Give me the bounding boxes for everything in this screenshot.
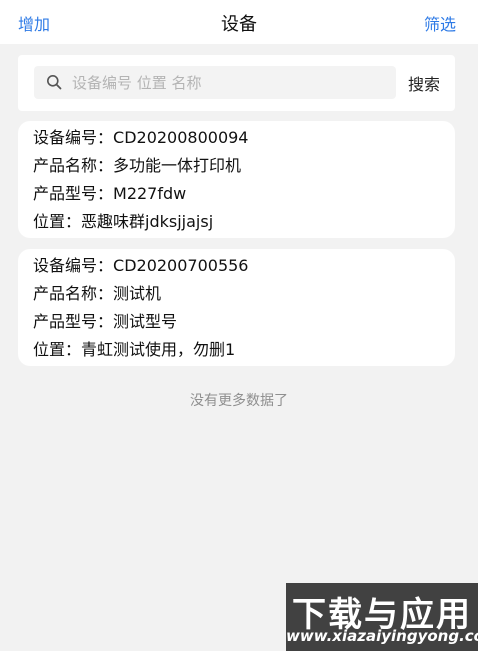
device-model-label: 产品型号： xyxy=(33,184,114,203)
device-name: 多功能一体打印机 xyxy=(113,156,242,175)
watermark-url: www.xiazaiyingyong.com xyxy=(286,627,478,645)
device-location-label: 位置： xyxy=(33,340,82,359)
list-end-text: 没有更多数据了 xyxy=(190,393,288,409)
device-name-label: 产品名称： xyxy=(33,284,114,303)
search-panel: 搜索 xyxy=(18,55,455,111)
device-location: 恶趣味群jdksjjajsj xyxy=(81,212,214,231)
search-button[interactable]: 搜索 xyxy=(408,71,440,95)
device-name-row: 产品名称：多功能一体打印机 xyxy=(33,152,241,180)
search-box[interactable] xyxy=(34,66,396,99)
device-location-label: 位置： xyxy=(33,212,82,231)
device-model-label: 产品型号： xyxy=(33,312,114,331)
device-name-label: 产品名称： xyxy=(33,156,114,175)
page-title: 设备 xyxy=(221,14,257,35)
watermark-logo: 下载与应用 www.xiazaiyingyong.com xyxy=(286,583,478,651)
device-model-row: 产品型号：测试型号 xyxy=(33,308,177,336)
device-location: 青虹测试使用，勿删1 xyxy=(81,340,236,359)
device-code-label: 设备编号： xyxy=(33,128,114,147)
device-location-row: 位置：恶趣味群jdksjjajsj xyxy=(33,208,213,236)
device-model-row: 产品型号：M227fdw xyxy=(33,180,186,208)
device-card[interactable]: 设备编号：CD20200700556 产品名称：测试机 产品型号：测试型号 位置… xyxy=(18,249,455,366)
device-card[interactable]: 设备编号：CD20200800094 产品名称：多功能一体打印机 产品型号：M2… xyxy=(18,121,455,238)
device-code-row: 设备编号：CD20200800094 xyxy=(33,124,248,152)
search-input[interactable] xyxy=(72,66,382,99)
device-code-label: 设备编号： xyxy=(33,256,114,275)
device-code: CD20200700556 xyxy=(113,256,249,275)
device-model: M227fdw xyxy=(113,184,187,203)
device-code-row: 设备编号：CD20200700556 xyxy=(33,252,248,280)
device-model: 测试型号 xyxy=(113,312,178,331)
device-name: 测试机 xyxy=(113,284,162,303)
search-icon xyxy=(47,75,62,90)
device-name-row: 产品名称：测试机 xyxy=(33,280,161,308)
filter-button[interactable]: 筛选 xyxy=(424,11,456,35)
top-navbar: 增加 设备 筛选 xyxy=(0,0,478,44)
device-location-row: 位置：青虹测试使用，勿删1 xyxy=(33,336,235,364)
device-code: CD20200800094 xyxy=(113,128,249,147)
